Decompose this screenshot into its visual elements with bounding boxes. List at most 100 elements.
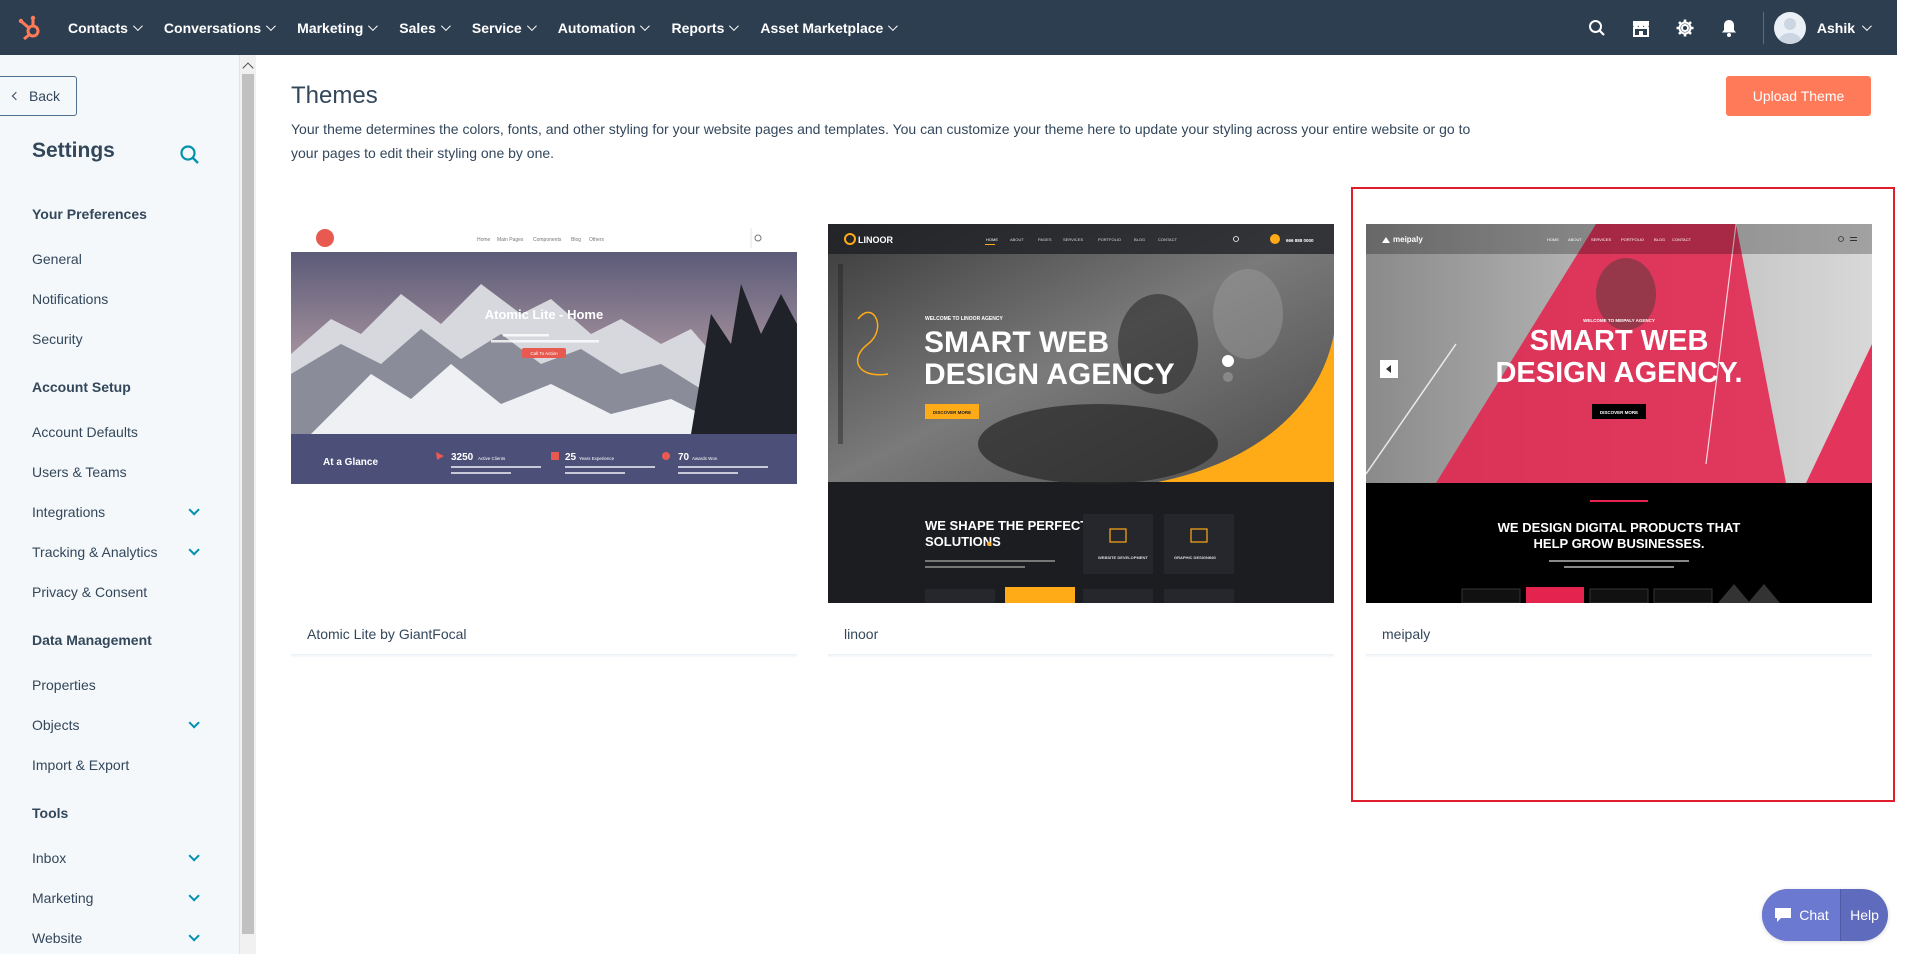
preview-nav-link: PAGES (1038, 237, 1052, 242)
sidebar-item-marketing[interactable]: Marketing (32, 890, 202, 906)
sidebar-item-import-export[interactable]: Import & Export (32, 757, 202, 773)
card-bottom-shadow (828, 654, 1334, 658)
preview-menu-icon (1850, 237, 1857, 238)
sidebar-item-general[interactable]: General (32, 251, 202, 267)
preview-nav-link: HOME (986, 237, 998, 242)
chat-button[interactable]: Chat (1762, 889, 1840, 941)
card-bottom-shadow (1366, 654, 1872, 658)
preview-brand: LINOOR (858, 235, 893, 245)
themes-main: Themes Your theme determines the colors,… (258, 55, 1905, 954)
section-your-preferences: Your Preferences (32, 206, 147, 222)
user-menu[interactable]: Ashik (1817, 20, 1905, 36)
sidebar-item-integrations[interactable]: Integrations (32, 504, 202, 520)
preview-nav-link: Main Pages (497, 237, 524, 243)
nav-right-tools: Ashik (1575, 0, 1905, 55)
sidebar-item-security[interactable]: Security (32, 331, 202, 347)
theme-preview-linoor: LINOOR HOME ABOUT PAGES SERVICES PORTFOL… (828, 224, 1334, 603)
upload-theme-button[interactable]: Upload Theme (1726, 76, 1871, 116)
hubspot-sprocket-icon[interactable] (4, 0, 56, 55)
preview-section-line1: WE SHAPE THE PERFECT (925, 518, 1088, 533)
menu-automation[interactable]: Automation (546, 0, 660, 55)
menu-sales[interactable]: Sales (387, 0, 460, 55)
main-menu: Contacts Conversations Marketing Sales S… (56, 0, 907, 55)
chevron-down-icon (368, 21, 379, 32)
theme-preview-atomic-lite: Home Main Pages Components Blog Others A… (291, 224, 797, 603)
preview-cta: DISCOVER MORE (933, 410, 971, 415)
theme-card-linoor[interactable]: LINOOR HOME ABOUT PAGES SERVICES PORTFOL… (828, 224, 1334, 699)
preview-service: WEBSITE DEVELOPMENT (1098, 555, 1148, 560)
sidebar-item-tracking-analytics[interactable]: Tracking & Analytics (32, 544, 202, 560)
preview-slider-dot (1223, 372, 1233, 382)
chevron-left-icon (11, 91, 21, 101)
atomic-logo-icon (316, 229, 334, 247)
preview-stat-label: Active Clients (478, 456, 506, 461)
preview-nav-link: HOME (1547, 237, 1559, 242)
page-title: Themes (291, 82, 378, 109)
menu-contacts[interactable]: Contacts (56, 0, 152, 55)
chevron-down-icon (526, 21, 537, 32)
page-description: Your theme determines the colors, fonts,… (291, 121, 1471, 161)
sidebar-item-properties[interactable]: Properties (32, 677, 202, 693)
sidebar-item-objects[interactable]: Objects (32, 717, 202, 733)
preview-hero-line2: DESIGN AGENCY (924, 358, 1175, 391)
preview-brand: meipaly (1393, 235, 1423, 244)
menu-reports[interactable]: Reports (659, 0, 748, 55)
chevron-down-icon (188, 890, 200, 902)
sidebar-item-account-defaults[interactable]: Account Defaults (32, 424, 202, 440)
search-icon[interactable] (1575, 0, 1619, 55)
preview-hero-line1: SMART WEB (924, 326, 1109, 359)
preview-nav-link: Components (533, 237, 562, 243)
back-button[interactable]: Back (0, 76, 77, 116)
menu-asset-marketplace[interactable]: Asset Marketplace (748, 0, 907, 55)
chevron-down-icon (188, 930, 200, 942)
marketplace-icon[interactable] (1619, 0, 1663, 55)
preview-nav-link: BLOG (1654, 237, 1665, 242)
settings-title: Settings (32, 139, 115, 162)
preview-service: GRAPHIC DESIGNING (1174, 555, 1216, 560)
menu-marketing[interactable]: Marketing (285, 0, 387, 55)
chevron-down-icon (729, 21, 740, 32)
preview-band-title: At a Glance (323, 457, 378, 468)
preview-phone: 666 888 0000 (1286, 238, 1314, 243)
scroll-up-icon[interactable] (242, 62, 254, 74)
preview-hero-line2: DESIGN AGENCY. (1495, 357, 1742, 389)
theme-name: meipaly (1382, 626, 1431, 642)
theme-card-meipaly[interactable]: meipaly HOME ABOUT SERVICES PORTFOLIO BL… (1366, 224, 1872, 699)
avatar[interactable] (1773, 11, 1806, 44)
preview-section-line1: WE DESIGN DIGITAL PRODUCTS THAT (1498, 520, 1741, 535)
preview-nav-link: BLOG (1134, 237, 1145, 242)
sidebar-item-notifications[interactable]: Notifications (32, 291, 202, 307)
sidebar-item-users-teams[interactable]: Users & Teams (32, 464, 202, 480)
theme-card-atomic-lite[interactable]: Home Main Pages Components Blog Others A… (291, 224, 797, 699)
scrollbar-thumb[interactable] (242, 74, 254, 934)
chat-bubble-icon (1775, 908, 1792, 922)
theme-name: linoor (844, 626, 879, 642)
search-icon[interactable] (178, 143, 202, 167)
preview-hero-title: Atomic Lite - Home (485, 307, 603, 322)
preview-cta: DISCOVER MORE (1600, 410, 1638, 415)
preview-hero-line1: SMART WEB (1530, 325, 1709, 357)
sidebar-item-website[interactable]: Website (32, 930, 202, 946)
preview-stat-label: Years Experience (579, 456, 615, 461)
preview-nav-link: ABOUT (1010, 237, 1024, 242)
preview-nav-link: Blog (571, 237, 581, 243)
gear-icon[interactable] (1663, 0, 1707, 55)
preview-nav-link: Home (477, 237, 491, 243)
chevron-down-icon (888, 21, 899, 32)
theme-name: Atomic Lite by GiantFocal (307, 626, 467, 642)
sidebar-item-privacy-consent[interactable]: Privacy & Consent (32, 584, 202, 600)
preview-section-line2: SOLUTIONS (925, 534, 1001, 549)
chevron-down-icon (266, 21, 277, 32)
preview-nav-link: SERVICES (1591, 237, 1611, 242)
theme-preview-meipaly: meipaly HOME ABOUT SERVICES PORTFOLIO BL… (1366, 224, 1872, 603)
menu-conversations[interactable]: Conversations (152, 0, 285, 55)
sidebar-scrollbar[interactable] (240, 55, 256, 954)
sidebar-item-inbox[interactable]: Inbox (32, 850, 202, 866)
bell-icon[interactable] (1707, 0, 1751, 55)
menu-service[interactable]: Service (460, 0, 546, 55)
preview-stat-value: 25 (565, 452, 577, 463)
preview-nav-link: CONTACT (1158, 237, 1178, 242)
preview-stat-label: Awards Won (692, 456, 718, 461)
preview-stat-value: 3250 (451, 452, 474, 463)
preview-nav-link: Others (589, 237, 605, 243)
